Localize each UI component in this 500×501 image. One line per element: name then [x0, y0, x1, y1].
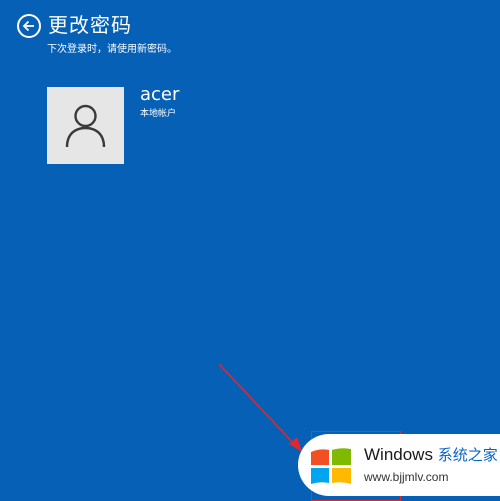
- avatar: [47, 87, 124, 164]
- change-password-screen: 更改密码 下次登录时，请使用新密码。 acer 本地帐户 Windows 系统之…: [0, 0, 500, 501]
- account-name: acer: [140, 84, 180, 105]
- account-type: 本地帐户: [140, 109, 177, 119]
- page-title: 更改密码: [48, 13, 132, 37]
- watermark-title: Windows 系统之家: [364, 444, 498, 466]
- user-silhouette-icon: [65, 104, 106, 148]
- watermark-brand-cn: 系统之家: [437, 446, 498, 464]
- watermark-badge: Windows 系统之家 www.bjjmlv.com: [298, 434, 500, 496]
- watermark-url: www.bjjmlv.com: [364, 470, 449, 484]
- windows-logo-icon: [311, 448, 351, 484]
- page-subtitle: 下次登录时，请使用新密码。: [47, 44, 177, 55]
- back-button[interactable]: [17, 14, 41, 38]
- annotation-arrow: [218, 363, 302, 452]
- watermark-brand: Windows: [364, 445, 433, 464]
- back-arrow-icon: [22, 20, 34, 32]
